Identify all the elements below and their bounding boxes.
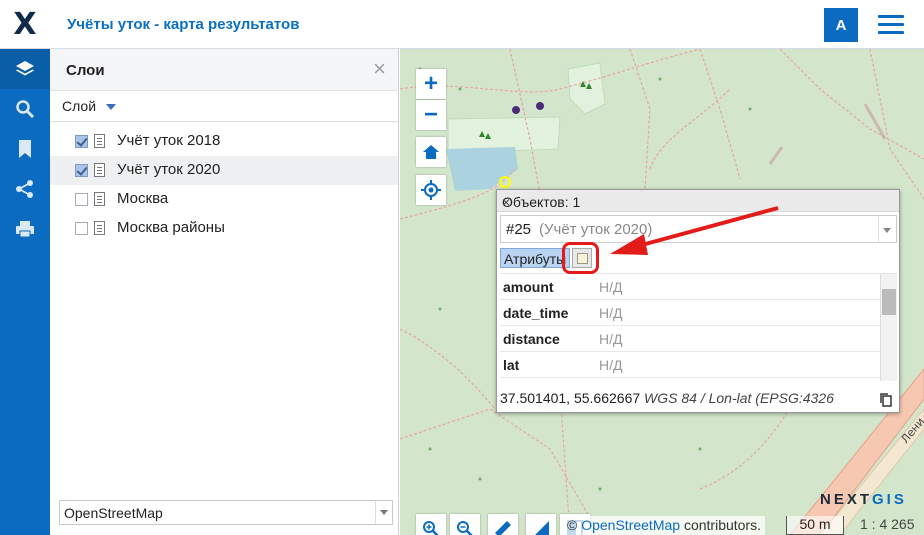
- scrollbar-thumb[interactable]: [882, 289, 896, 315]
- zoom-in-tool-button[interactable]: [416, 514, 446, 535]
- attribute-value: Н/Д: [599, 305, 623, 321]
- layer-menu-label: Слой: [62, 98, 97, 114]
- menu-icon[interactable]: [878, 15, 904, 35]
- measure-length-button[interactable]: [488, 514, 518, 535]
- zoom-out-icon: [457, 521, 473, 535]
- home-button[interactable]: [416, 137, 446, 167]
- table-row: distance Н/Д: [500, 326, 897, 352]
- layer-row[interactable]: Учёт уток 2018: [50, 127, 398, 156]
- layer-row[interactable]: Москва районы: [50, 214, 398, 243]
- basemap-value: OpenStreetMap: [64, 505, 163, 521]
- user-avatar-button[interactable]: A: [824, 8, 858, 42]
- crosshair-icon: [421, 180, 441, 200]
- scale-bar: 50 m: [786, 516, 844, 535]
- attribute-value: Н/Д: [599, 279, 623, 295]
- chevron-down-icon[interactable]: [878, 216, 896, 242]
- tab-attributes[interactable]: Атрибуты: [500, 248, 571, 268]
- attribution-prefix: ©: [567, 517, 578, 533]
- crs-select[interactable]: WGS 84 / Lon-lat (EPSG:4326: [644, 390, 834, 406]
- attribute-key: date_time: [503, 305, 569, 321]
- page-title: Учёты уток - карта результатов: [67, 16, 300, 33]
- zoom-in-button[interactable]: +: [416, 69, 446, 99]
- layer-checkbox[interactable]: [75, 164, 88, 177]
- attributes-scrollbar[interactable]: [880, 274, 897, 381]
- bookmark-icon[interactable]: [0, 129, 50, 169]
- brand-logo[interactable]: NEXTGIS: [820, 491, 907, 508]
- scale-ratio: 1 : 4 265: [860, 516, 915, 532]
- attribute-value: Н/Д: [599, 357, 623, 373]
- osm-link[interactable]: OpenStreetMap: [581, 517, 680, 533]
- search-icon[interactable]: [0, 89, 50, 129]
- zoom-out-tool-button[interactable]: [450, 514, 480, 535]
- layer-checkbox[interactable]: [75, 222, 88, 235]
- attribute-key: distance: [503, 331, 560, 347]
- table-row: date_time Н/Д: [500, 300, 897, 326]
- coordinates-readout: 37.501401, 55.662667 WGS 84 / Lon-lat (E…: [500, 390, 834, 406]
- chevron-down-icon[interactable]: [375, 501, 392, 524]
- table-row: lat Н/Д: [500, 352, 897, 378]
- annotation-arrow: [610, 206, 779, 255]
- attributes-table: amount Н/Д date_time Н/Д distance Н/Д la…: [500, 273, 897, 381]
- document-icon: [94, 134, 105, 148]
- basemap-select[interactable]: OpenStreetMap: [59, 500, 393, 525]
- area-icon: [535, 521, 549, 535]
- app-logo[interactable]: X: [0, 0, 50, 49]
- layers-icon[interactable]: [0, 49, 50, 89]
- document-icon: [94, 163, 105, 177]
- attribute-key: lat: [503, 357, 520, 373]
- zoom-out-button[interactable]: −: [416, 100, 446, 130]
- print-icon[interactable]: [0, 209, 50, 249]
- geolocate-button[interactable]: [416, 175, 446, 205]
- layers-panel: Слои × Слой Учёт уток 2018 Учёт уток 202…: [50, 49, 399, 535]
- layer-row[interactable]: Москва: [50, 185, 398, 214]
- zoom-in-icon: [423, 521, 439, 535]
- layer-menu-button[interactable]: Слой: [50, 91, 398, 122]
- ruler-icon: [495, 521, 511, 535]
- feature-id: #25: [506, 221, 532, 238]
- layer-label: Москва: [117, 190, 169, 207]
- attribute-key: amount: [503, 279, 554, 295]
- attribution-suffix: contributors.: [683, 517, 761, 533]
- share-icon[interactable]: [0, 169, 50, 209]
- app-header: X Учёты уток - карта результатов A: [0, 0, 924, 49]
- layers-panel-title: Слои: [66, 62, 105, 79]
- layer-checkbox[interactable]: [75, 135, 88, 148]
- measure-area-button[interactable]: [526, 514, 556, 535]
- layer-label: Учёт уток 2020: [117, 161, 221, 178]
- layer-label: Учёт уток 2018: [117, 132, 221, 149]
- close-icon[interactable]: ×: [373, 58, 386, 80]
- layers-panel-header: Слои ×: [50, 49, 398, 91]
- highlight-box: [562, 242, 599, 274]
- chevron-down-icon: [106, 104, 116, 110]
- home-icon: [423, 145, 439, 159]
- attribute-value: Н/Д: [599, 331, 623, 347]
- document-icon: [94, 192, 105, 206]
- layer-checkbox[interactable]: [75, 193, 88, 206]
- layer-row[interactable]: Учёт уток 2020: [50, 156, 398, 185]
- coordinates-value: 37.501401, 55.662667: [500, 390, 641, 406]
- table-row: amount Н/Д: [500, 274, 897, 300]
- left-toolbar: [0, 49, 50, 535]
- copy-icon[interactable]: [880, 393, 892, 407]
- map-attribution: © OpenStreetMap contributors.: [563, 516, 765, 535]
- document-icon: [94, 221, 105, 235]
- layer-label: Москва районы: [117, 219, 225, 236]
